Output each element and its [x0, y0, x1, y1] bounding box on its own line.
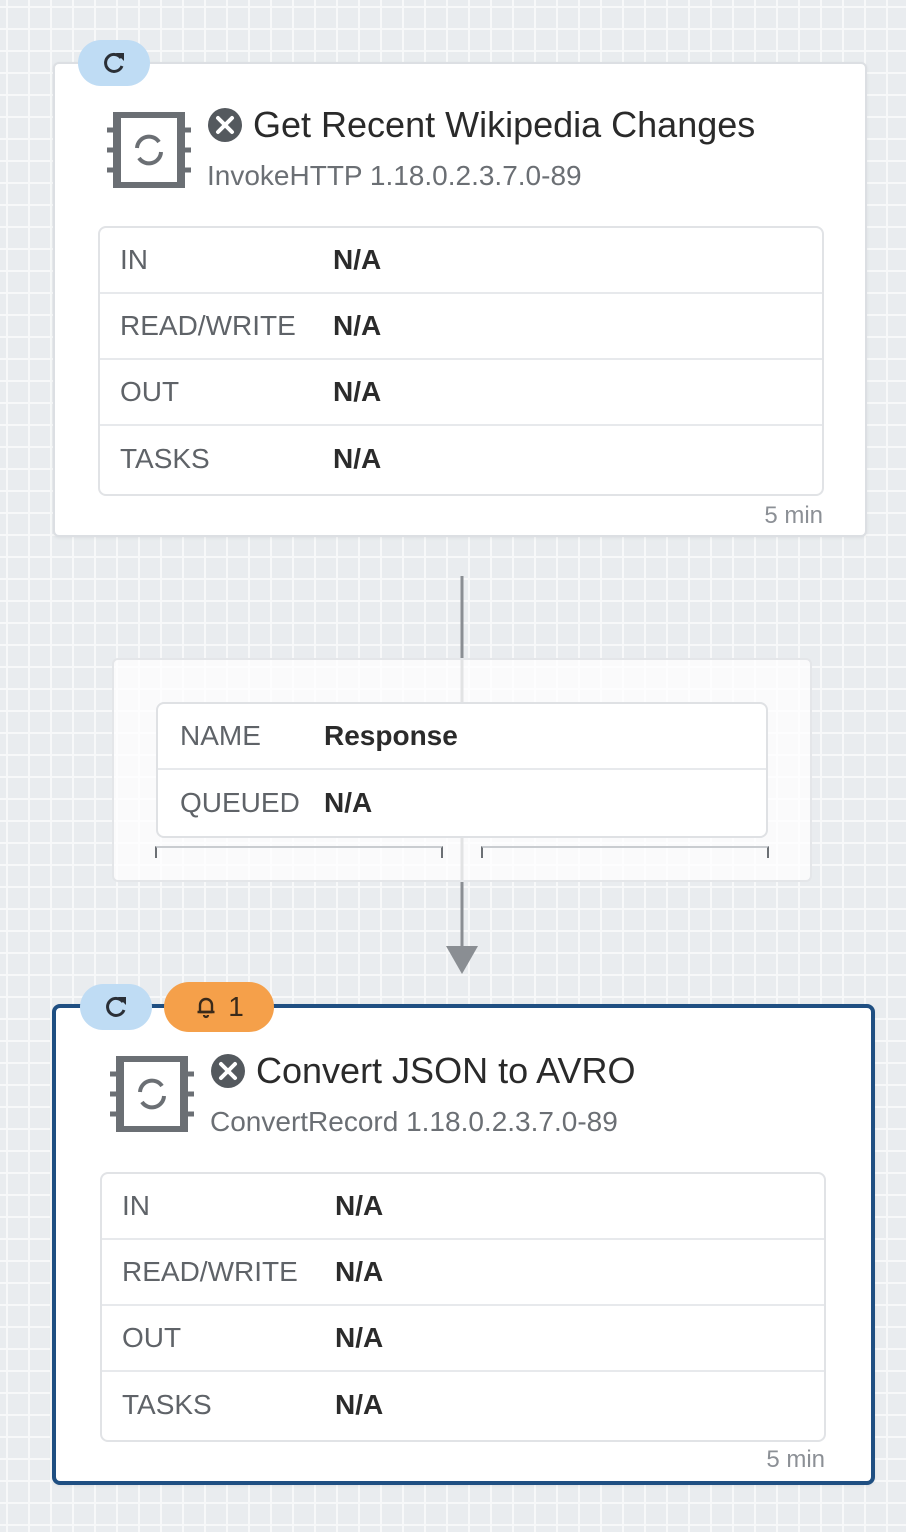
stat-value: N/A — [335, 1322, 384, 1353]
processor-chip-icon — [110, 1054, 194, 1134]
stat-value: N/A — [335, 1389, 384, 1420]
stats-period: 5 min — [764, 502, 823, 529]
processor-card-get-recent-wikipedia-changes[interactable]: Get Recent Wikipedia Changes InvokeHTTP … — [53, 62, 867, 537]
bulletin-count: 1 — [228, 991, 244, 1022]
processor-type: InvokeHTTP 1.18.0.2.3.7.0-89 — [207, 160, 582, 191]
stat-label: OUT — [122, 1322, 182, 1353]
stat-label: IN — [122, 1190, 150, 1221]
stat-label: TASKS — [120, 443, 210, 474]
stat-row-out: OUT N/A — [100, 360, 822, 426]
connection-name-row: NAME Response — [158, 704, 766, 770]
connection-field-label: QUEUED — [180, 787, 300, 818]
stat-label: OUT — [120, 376, 180, 407]
stat-row-tasks: TASKS N/A — [102, 1372, 824, 1438]
processor-stats-table: IN N/A READ/WRITE N/A OUT N/A TASKS N/A — [98, 226, 824, 496]
stat-label: TASKS — [122, 1389, 212, 1420]
queue-count-gauge — [155, 846, 443, 858]
stat-row-in: IN N/A — [102, 1174, 824, 1240]
stat-value: N/A — [335, 1256, 384, 1287]
stat-value: N/A — [333, 310, 382, 341]
processor-name: Get Recent Wikipedia Changes — [253, 104, 756, 145]
stat-row-read-write: READ/WRITE N/A — [102, 1240, 824, 1306]
processor-name: Convert JSON to AVRO — [256, 1050, 636, 1091]
queue-size-gauge — [481, 846, 769, 858]
connection-field-label: NAME — [180, 720, 261, 751]
processor-type: ConvertRecord 1.18.0.2.3.7.0-89 — [210, 1106, 618, 1137]
processor-stats-table: IN N/A READ/WRITE N/A OUT N/A TASKS N/A — [100, 1172, 826, 1442]
flow-canvas[interactable]: Get Recent Wikipedia Changes InvokeHTTP … — [0, 0, 906, 1532]
connection-queued-row: QUEUED N/A — [158, 770, 766, 836]
stats-period: 5 min — [766, 1446, 825, 1473]
stat-value: N/A — [335, 1190, 384, 1221]
run-status-badge[interactable] — [80, 984, 152, 1030]
stat-label: READ/WRITE — [120, 310, 296, 341]
processor-title-row: Convert JSON to AVRO — [210, 1050, 635, 1092]
stat-label: READ/WRITE — [122, 1256, 298, 1287]
run-status-badge[interactable] — [78, 40, 150, 86]
bell-icon — [197, 997, 215, 1019]
stat-value: N/A — [333, 376, 382, 407]
error-status-icon[interactable] — [210, 1053, 246, 1089]
connection-queued: N/A — [324, 787, 373, 818]
bulletin-badge[interactable]: 1 — [164, 982, 274, 1032]
stat-value: N/A — [333, 443, 382, 474]
processor-title-row: Get Recent Wikipedia Changes — [207, 104, 755, 146]
refresh-icon — [106, 996, 126, 1017]
stat-row-out: OUT N/A — [102, 1306, 824, 1372]
stat-label: IN — [120, 244, 148, 275]
stat-row-tasks: TASKS N/A — [100, 426, 822, 492]
refresh-icon — [104, 52, 124, 73]
error-status-icon[interactable] — [207, 107, 243, 143]
stat-value: N/A — [333, 244, 382, 275]
stat-row-read-write: READ/WRITE N/A — [100, 294, 822, 360]
processor-chip-icon — [107, 110, 191, 190]
connection-name: Response — [324, 720, 458, 751]
processor-card-convert-json-to-avro[interactable]: Convert JSON to AVRO ConvertRecord 1.18.… — [52, 1004, 875, 1485]
stat-row-in: IN N/A — [100, 228, 822, 294]
connection-info-table: NAME Response QUEUED N/A — [156, 702, 768, 838]
